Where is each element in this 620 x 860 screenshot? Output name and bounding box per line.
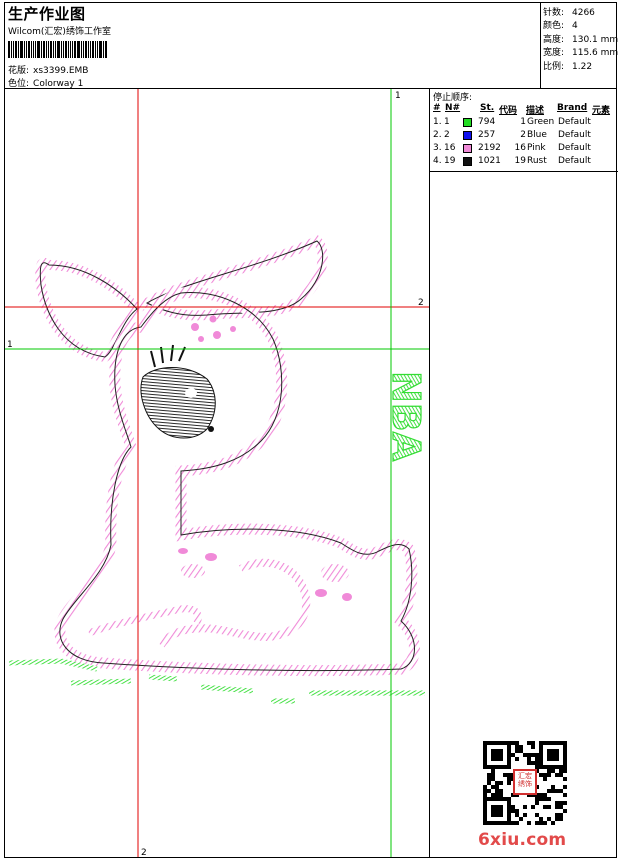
- col-header-needle: N#: [445, 103, 461, 113]
- guide-label-left: 1: [7, 340, 13, 350]
- row-stitches: 257: [478, 130, 496, 140]
- col-header-code: 代码: [499, 106, 518, 116]
- row-needle: 2: [444, 130, 450, 140]
- stat-width: 宽度: 115.6 mm: [543, 48, 619, 58]
- document-title: 生产作业图: [8, 5, 86, 23]
- row-needle: 19: [444, 156, 456, 166]
- design-file: xs3399.EMB: [33, 66, 89, 76]
- row-stitches: 1021: [478, 156, 501, 166]
- row-index: 3.: [433, 143, 442, 153]
- stat-scale: 比例: 1.22: [543, 62, 593, 72]
- deer-eye: [140, 367, 216, 439]
- guide-label-right: 2: [418, 298, 424, 308]
- studio-name: Wilcom(汇宏)绣饰工作室: [8, 27, 111, 37]
- row-index: 2.: [433, 130, 442, 140]
- design-preview: NBA 1 1 2 2: [5, 89, 430, 857]
- col-header-element: 元素: [592, 106, 611, 116]
- row-brand: Default: [558, 117, 591, 127]
- row-stitches: 794: [478, 117, 496, 127]
- color-swatch: [463, 131, 472, 140]
- deer-embroidery: [35, 235, 420, 677]
- header-info: 生产作业图 Wilcom(汇宏)绣饰工作室 花版: xs3399.EMB 色位: C…: [5, 3, 541, 89]
- row-brand: Default: [558, 130, 591, 140]
- row-description: Blue: [527, 130, 547, 140]
- row-code: 2: [520, 130, 526, 140]
- stat-height: 高度: 130.1 mm: [543, 35, 619, 45]
- colorway-value: Colorway 1: [33, 79, 84, 89]
- stop-sequence-table: 停止顺序: # N# St. 代码 描述 Brand 元素 1. 1 794 1 Gre…: [430, 89, 618, 172]
- row-stitches: 2192: [478, 143, 501, 153]
- stop-sequence-title: 停止顺序:: [433, 93, 473, 103]
- col-header-description: 描述: [526, 106, 545, 116]
- design-file-line: 花版: xs3399.EMB: [8, 63, 88, 76]
- col-header-index: #: [433, 103, 441, 113]
- design-label: 花版:: [8, 66, 30, 76]
- row-code: 1: [520, 117, 526, 127]
- row-description: Rust: [527, 156, 547, 166]
- row-needle: 1: [444, 117, 450, 127]
- row-code: 16: [514, 143, 526, 153]
- hind-leg: [157, 558, 311, 648]
- col-header-brand: Brand: [557, 103, 588, 113]
- row-index: 1.: [433, 117, 442, 127]
- guide-label-top: 1: [395, 91, 401, 101]
- colorway-label: 色位:: [8, 79, 30, 89]
- col-header-stitches: St.: [480, 103, 495, 113]
- design-stats: 针数: 4266 颜色: 4 高度: 130.1 mm 宽度: 115.6 mm 比例:…: [541, 3, 619, 89]
- row-description: Pink: [527, 143, 546, 153]
- design-canvas: NBA 1 1 2 2: [5, 89, 429, 857]
- seal-stamp-icon: 汇宏 绣饰: [513, 769, 537, 795]
- row-description: Green: [527, 117, 555, 127]
- production-sheet: 生产作业图 Wilcom(汇宏)绣饰工作室 花版: xs3399.EMB 色位: C…: [4, 2, 619, 858]
- barcode-icon: [8, 41, 120, 58]
- row-brand: Default: [558, 143, 591, 153]
- color-swatch: [463, 157, 472, 166]
- watermark-text: 6xiu.com: [478, 830, 567, 850]
- row-index: 4.: [433, 156, 442, 166]
- row-code: 19: [514, 156, 526, 166]
- guide-label-bottom: 2: [141, 848, 147, 857]
- row-needle: 16: [444, 143, 456, 153]
- color-swatch: [463, 118, 472, 127]
- row-brand: Default: [558, 156, 591, 166]
- stat-colors: 颜色: 4: [543, 21, 578, 31]
- color-swatch: [463, 144, 472, 153]
- colorway-line: 色位: Colorway 1: [8, 76, 83, 89]
- stat-stitches: 针数: 4266: [543, 8, 595, 18]
- qr-code-icon: 汇宏 绣饰: [483, 741, 567, 825]
